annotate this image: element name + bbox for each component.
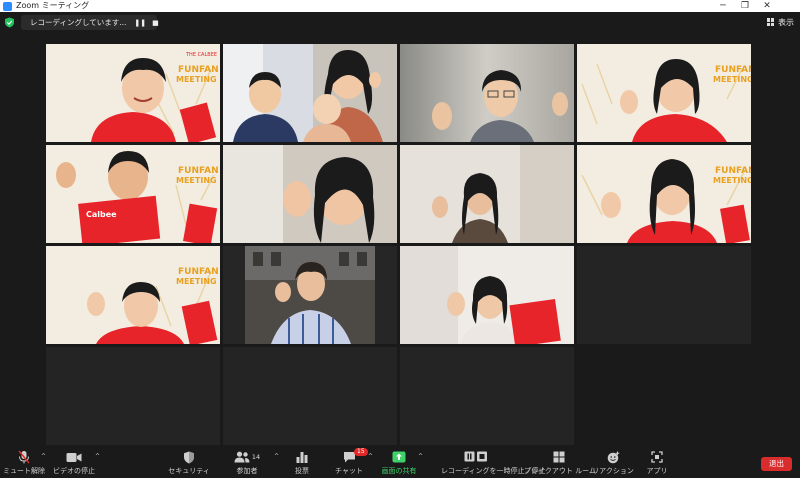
apps-label: アプリ xyxy=(646,467,668,475)
video-tile[interactable]: THE CALBEE FUNFAN MEETING xyxy=(46,44,220,142)
gallery-grid-icon xyxy=(767,18,775,26)
apps-icon xyxy=(651,451,663,463)
recording-indicator: レコーディングしています... ❚❚ ■ xyxy=(21,15,159,30)
window-titlebar: Zoom ミーティング ─ ❐ ✕ xyxy=(0,0,800,12)
share-screen-button[interactable]: ^ 画面の共有 xyxy=(364,450,434,476)
close-window-button[interactable]: ✕ xyxy=(756,0,778,12)
video-tile[interactable]: FUNFAN MEETING xyxy=(46,246,220,344)
pause-stop-recording-label: レコーディングを一時停止／停止 xyxy=(441,467,546,475)
pause-recording-button[interactable]: ❚❚ xyxy=(134,19,146,27)
video-tile[interactable] xyxy=(400,246,574,344)
share-screen-label: 画面の共有 xyxy=(381,467,417,475)
meeting-toolbar: ^ ミュート解除 ^ ビデオの停止 セキュリティ 14 ^ 参加者 投票 15 … xyxy=(0,448,800,478)
leave-meeting-button[interactable]: 退出 xyxy=(761,457,792,471)
stop-video-label: ビデオの停止 xyxy=(53,467,95,475)
maximize-button[interactable]: ❐ xyxy=(734,0,756,12)
video-tile[interactable] xyxy=(400,145,574,243)
video-options-chevron-icon[interactable]: ^ xyxy=(95,453,100,460)
mic-off-icon xyxy=(18,450,30,464)
funfan-logo: FUNFAN xyxy=(715,65,751,75)
meeting-logo: MEETING xyxy=(176,277,217,286)
video-tile[interactable] xyxy=(223,44,397,142)
participants-count: 14 xyxy=(251,453,261,461)
minimize-button[interactable]: ─ xyxy=(712,0,734,12)
empty-video-slot xyxy=(400,347,574,445)
breakout-icon xyxy=(553,451,565,463)
recording-status-text: レコーディングしています... xyxy=(30,18,127,27)
funfan-logo: FUNFAN xyxy=(178,166,219,176)
smiley-plus-icon xyxy=(607,451,619,463)
recording-bar: レコーディングしています... ❚❚ ■ xyxy=(4,15,159,30)
video-tile[interactable] xyxy=(400,44,574,142)
snack-brand-label: Calbee xyxy=(86,210,117,219)
empty-video-slot xyxy=(46,347,220,445)
video-tile[interactable]: FUNFAN MEETING xyxy=(577,145,751,243)
apps-button[interactable]: アプリ xyxy=(622,450,692,476)
video-tile[interactable]: FUNFAN MEETING Calbee xyxy=(46,145,220,243)
meeting-logo: MEETING xyxy=(176,176,217,185)
event-logo-small: THE CALBEE xyxy=(185,52,217,58)
window-title: Zoom ミーティング xyxy=(16,1,90,10)
bar-chart-icon xyxy=(296,452,308,463)
share-options-chevron-icon[interactable]: ^ xyxy=(418,453,423,460)
video-tile[interactable] xyxy=(223,145,397,243)
zoom-app-icon xyxy=(3,1,12,11)
video-tile[interactable]: FUNFAN MEETING xyxy=(577,44,751,142)
meeting-logo: MEETING xyxy=(713,75,751,84)
empty-video-slot xyxy=(223,347,397,445)
view-button-label: 表示 xyxy=(778,17,794,27)
meeting-logo: MEETING xyxy=(713,176,751,185)
shield-icon xyxy=(184,451,194,463)
participants-icon xyxy=(234,451,250,463)
stop-video-button[interactable]: ^ ビデオの停止 xyxy=(39,450,109,476)
stop-recording-button[interactable]: ■ xyxy=(152,19,159,27)
video-tile[interactable] xyxy=(223,246,397,344)
funfan-logo: FUNFAN xyxy=(178,65,219,75)
pause-stop-icon xyxy=(464,451,487,462)
share-screen-icon xyxy=(392,451,406,463)
funfan-logo: FUNFAN xyxy=(715,166,751,176)
view-button[interactable]: 表示 xyxy=(767,15,794,29)
meeting-logo: MEETING xyxy=(176,75,217,84)
video-camera-icon xyxy=(66,452,82,462)
pause-stop-recording-button[interactable]: レコーディングを一時停止／停止 xyxy=(441,450,546,476)
empty-video-slot xyxy=(577,246,751,344)
funfan-logo: FUNFAN xyxy=(178,267,219,277)
encryption-shield-icon[interactable] xyxy=(4,17,15,28)
